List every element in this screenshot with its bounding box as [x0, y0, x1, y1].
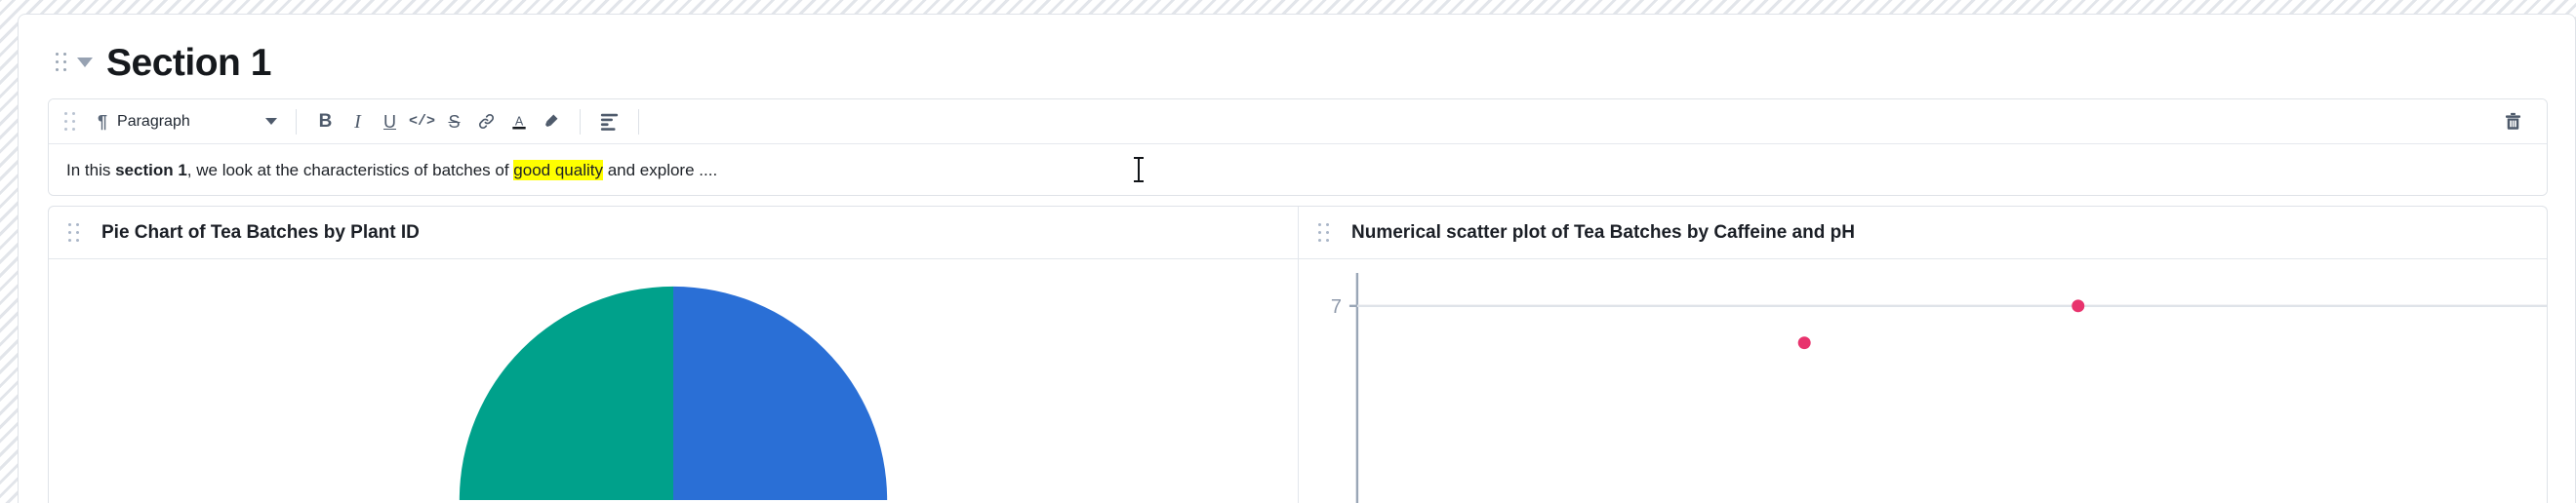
- toolbar-divider-3: [638, 108, 639, 135]
- pie-slice-green: [459, 286, 673, 501]
- panel-pie-title: Pie Chart of Tea Batches by Plant ID: [101, 221, 420, 243]
- scatter-point: [1797, 336, 1811, 350]
- text-tail: and explore ....: [602, 160, 718, 179]
- document-card: Section 1 ¶ Paragraph B I U </> S A In t…: [18, 14, 2576, 503]
- editor-drag-handle-icon[interactable]: [64, 111, 76, 132]
- text-cursor-icon: [1132, 156, 1146, 183]
- bold-button[interactable]: B: [309, 106, 342, 137]
- trash-icon: [2503, 111, 2523, 132]
- link-button[interactable]: [470, 106, 503, 137]
- panel-scatter-title: Numerical scatter plot of Tea Batches by…: [1351, 221, 1855, 243]
- panel-scatter-body: 7: [1299, 259, 2547, 503]
- underline-icon: U: [383, 111, 396, 132]
- text-color-button[interactable]: A: [503, 106, 535, 137]
- underline-button[interactable]: U: [374, 106, 406, 137]
- delete-block-button[interactable]: [2497, 106, 2529, 137]
- section-title: Section 1: [106, 41, 271, 84]
- link-icon: [477, 112, 496, 131]
- code-icon: </>: [408, 113, 435, 130]
- strikethrough-icon: S: [448, 111, 461, 132]
- text-before-bold: In this: [66, 160, 116, 179]
- text-color-icon: A: [509, 112, 529, 132]
- text-highlighted: good quality: [513, 159, 603, 180]
- editor-text-area[interactable]: In this section 1, we look at the charac…: [49, 144, 2547, 195]
- panel-pie-chart: Pie Chart of Tea Batches by Plant ID: [49, 207, 1298, 503]
- text-after-bold: , we look at the characteristics of batc…: [186, 160, 514, 179]
- scatter-plot[interactable]: 7: [1299, 259, 2547, 503]
- toolbar-divider-2: [580, 108, 581, 135]
- text-editor-block: ¶ Paragraph B I U </> S A In this sectio…: [48, 98, 2548, 196]
- collapse-triangle-icon[interactable]: [77, 58, 93, 67]
- pilcrow-icon: ¶: [98, 111, 108, 132]
- highlighter-button[interactable]: [535, 106, 567, 137]
- panel-scatter-header: Numerical scatter plot of Tea Batches by…: [1299, 207, 2547, 259]
- svg-text:A: A: [514, 114, 523, 128]
- bold-icon: B: [318, 111, 333, 132]
- strikethrough-button[interactable]: S: [438, 106, 470, 137]
- paragraph-style-select[interactable]: ¶ Paragraph: [92, 106, 283, 137]
- highlighter-icon: [542, 112, 560, 131]
- pie-chart[interactable]: [49, 259, 1298, 503]
- editor-paragraph: In this section 1, we look at the charac…: [66, 159, 718, 180]
- italic-icon: I: [354, 110, 361, 133]
- panel-scatter-plot: Numerical scatter plot of Tea Batches by…: [1298, 207, 2547, 503]
- italic-button[interactable]: I: [342, 106, 374, 137]
- text-bold-section: section 1: [115, 160, 187, 179]
- panel-pie-drag-handle-icon[interactable]: [68, 222, 80, 243]
- paragraph-style-value: Paragraph: [117, 112, 190, 130]
- align-left-icon: [599, 112, 620, 131]
- panel-scatter-drag-handle-icon[interactable]: [1318, 222, 1330, 243]
- scatter-point: [2072, 299, 2085, 313]
- align-left-button[interactable]: [593, 106, 625, 137]
- pie-slice-blue: [673, 286, 888, 501]
- charts-row: Pie Chart of Tea Batches by Plant ID Num: [48, 206, 2548, 503]
- code-button[interactable]: </>: [406, 106, 438, 137]
- panel-pie-body: [49, 259, 1298, 503]
- panel-pie-header: Pie Chart of Tea Batches by Plant ID: [49, 207, 1298, 259]
- editor-toolbar: ¶ Paragraph B I U </> S A: [49, 99, 2547, 144]
- toolbar-divider: [296, 108, 297, 135]
- scatter-y-tick-label: 7: [1331, 296, 1342, 318]
- section-drag-handle-icon[interactable]: [56, 53, 67, 72]
- chevron-down-icon: [265, 118, 277, 125]
- section-header: Section 1: [19, 28, 271, 97]
